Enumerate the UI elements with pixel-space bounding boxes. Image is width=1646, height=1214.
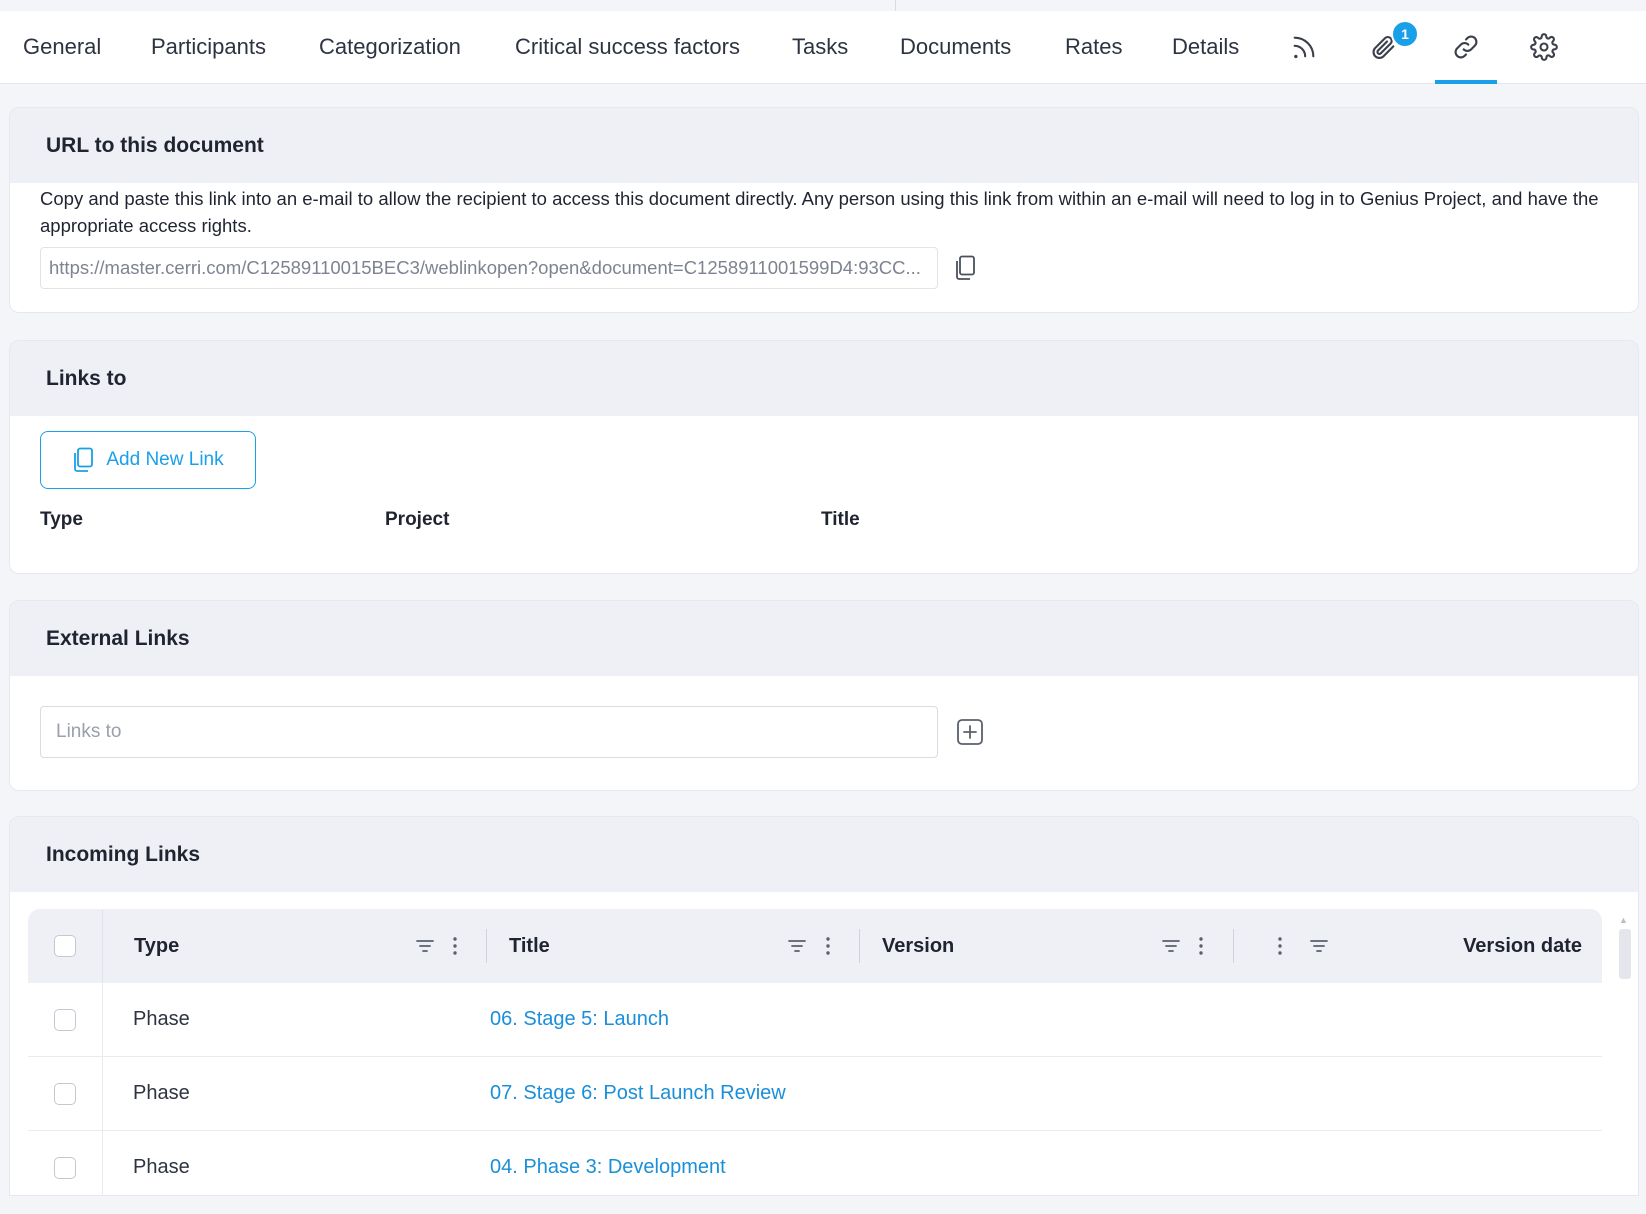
- filter-icon[interactable]: [785, 934, 809, 958]
- tab-bar: General Participants Categorization Crit…: [0, 11, 1646, 84]
- copy-icon: [956, 255, 975, 280]
- select-all-checkbox[interactable]: [54, 935, 76, 957]
- tab-categorization[interactable]: Categorization: [319, 11, 461, 83]
- link-icon: [1454, 35, 1478, 59]
- more-vertical-icon[interactable]: [1268, 934, 1292, 958]
- add-external-link-icon[interactable]: [956, 718, 984, 746]
- more-vertical-icon[interactable]: [816, 934, 840, 958]
- row-type: Phase: [133, 1156, 190, 1178]
- more-vertical-icon[interactable]: [443, 934, 467, 958]
- column-header-type: Type: [40, 509, 83, 530]
- filter-icon[interactable]: [413, 934, 437, 958]
- url-section-title: URL to this document: [10, 108, 1638, 183]
- tab-general[interactable]: General: [23, 11, 101, 83]
- tab-attachments[interactable]: 1: [1353, 11, 1419, 83]
- filter-icon[interactable]: [1159, 934, 1183, 958]
- scrollbar-thumb[interactable]: [1619, 929, 1631, 979]
- row-checkbox[interactable]: [54, 1008, 76, 1031]
- table-row[interactable]: Phase 04. Phase 3: Development: [28, 1131, 1602, 1195]
- url-description: Copy and paste this link into an e-mail …: [40, 188, 1599, 236]
- column-header-type[interactable]: Type: [134, 909, 179, 983]
- copy-url-button[interactable]: [952, 253, 978, 283]
- grid-header: Type Title Version Version date: [28, 909, 1602, 983]
- add-new-link-button[interactable]: Add New Link: [40, 431, 256, 489]
- tab-settings[interactable]: [1513, 11, 1575, 83]
- row-type: Phase: [133, 1082, 190, 1104]
- column-header-version-date[interactable]: Version date: [1463, 909, 1582, 983]
- column-header-version[interactable]: Version: [882, 909, 954, 983]
- tab-participants[interactable]: Participants: [151, 11, 266, 83]
- tab-details[interactable]: Details: [1172, 11, 1239, 83]
- attachments-count-badge: 1: [1391, 20, 1419, 48]
- external-links-title: External Links: [10, 601, 1638, 676]
- incoming-links-section: Incoming Links Type Title Version Versio…: [9, 816, 1639, 1196]
- table-row[interactable]: Phase 07. Stage 6: Post Launch Review: [28, 1057, 1602, 1131]
- incoming-links-title: Incoming Links: [10, 817, 1638, 892]
- links-to-title: Links to: [10, 341, 1638, 416]
- rss-icon: [1293, 36, 1315, 59]
- grid-scrollbar[interactable]: ▲: [1616, 909, 1631, 1195]
- tab-critical-success-factors[interactable]: Critical success factors: [515, 11, 740, 83]
- column-header-project: Project: [385, 509, 450, 530]
- row-checkbox[interactable]: [54, 1082, 76, 1105]
- url-section: URL to this document Copy and paste this…: [9, 107, 1639, 313]
- document-url-field[interactable]: https://master.cerri.com/C12589110015BEC…: [40, 247, 938, 289]
- tab-tasks[interactable]: Tasks: [792, 11, 848, 83]
- filter-icon[interactable]: [1307, 934, 1331, 958]
- gear-icon: [1530, 33, 1558, 61]
- tab-documents[interactable]: Documents: [900, 11, 1011, 83]
- row-type: Phase: [133, 1008, 190, 1030]
- add-new-link-label: Add New Link: [106, 449, 224, 470]
- row-title-link[interactable]: 04. Phase 3: Development: [490, 1131, 726, 1195]
- column-header-title[interactable]: Title: [509, 909, 550, 983]
- external-links-section: External Links: [9, 600, 1639, 791]
- row-title-link[interactable]: 07. Stage 6: Post Launch Review: [490, 1057, 786, 1130]
- row-checkbox[interactable]: [54, 1156, 76, 1179]
- copy-icon: [74, 447, 94, 472]
- external-link-input[interactable]: [40, 706, 938, 758]
- top-strip: [0, 0, 1646, 11]
- row-title-link[interactable]: 06. Stage 5: Launch: [490, 983, 669, 1056]
- table-row[interactable]: Phase 06. Stage 5: Launch: [28, 983, 1602, 1057]
- column-header-title: Title: [821, 509, 860, 530]
- tab-rates[interactable]: Rates: [1065, 11, 1122, 83]
- scroll-up-arrow-icon[interactable]: ▲: [1619, 915, 1628, 925]
- tab-feed[interactable]: [1273, 11, 1335, 83]
- tab-links[interactable]: [1435, 11, 1497, 84]
- incoming-links-grid: Type Title Version Version date Phase 06…: [28, 909, 1602, 1195]
- more-vertical-icon[interactable]: [1189, 934, 1213, 958]
- links-to-section: Links to Add New Link Type Project Title: [9, 340, 1639, 574]
